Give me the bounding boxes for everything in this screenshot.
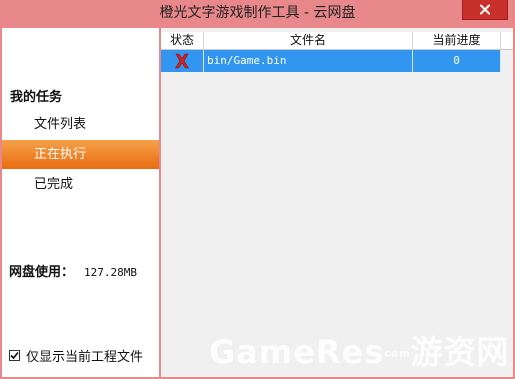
task-list-panel: 状态 文件名 当前进度 bin/Game.bin 0 — [161, 28, 513, 377]
checkmark-icon — [10, 351, 19, 360]
status-cell — [161, 50, 204, 72]
column-header-status[interactable]: 状态 — [161, 32, 204, 49]
disk-usage: 网盘使用： 127.28MB — [9, 261, 137, 280]
disk-usage-label: 网盘使用： — [9, 265, 75, 280]
disk-usage-value: 127.28MB — [84, 266, 137, 279]
app-window: 橙光文字游戏制作工具 - 云网盘 我的任务 文件列表 正在执行 已完成 网盘使用… — [0, 0, 515, 379]
close-button[interactable] — [462, 0, 508, 20]
checkbox[interactable] — [9, 350, 20, 361]
error-x-icon — [174, 53, 190, 69]
column-header-progress[interactable]: 当前进度 — [413, 32, 501, 49]
sidebar-item-file-list[interactable]: 文件列表 — [2, 110, 159, 139]
checkbox-label: 仅显示当前工程文件 — [26, 350, 144, 365]
filename-cell: bin/Game.bin — [204, 50, 413, 72]
sidebar: 我的任务 文件列表 正在执行 已完成 网盘使用： 127.28MB 仅显示当前工程… — [2, 28, 159, 377]
sidebar-item-label: 文件列表 — [34, 117, 87, 132]
sidebar-item-label: 已完成 — [34, 177, 74, 192]
sidebar-item-label: 正在执行 — [34, 147, 87, 162]
window-title: 橙光文字游戏制作工具 - 云网盘 — [159, 5, 356, 21]
table-row[interactable]: bin/Game.bin 0 — [161, 50, 501, 72]
title-bar[interactable]: 橙光文字游戏制作工具 - 云网盘 — [0, 0, 515, 28]
column-header-filename[interactable]: 文件名 — [204, 32, 413, 49]
task-section-header: 我的任务 — [10, 90, 63, 105]
current-project-filter[interactable]: 仅显示当前工程文件 — [9, 346, 143, 365]
progress-cell: 0 — [413, 50, 501, 72]
sidebar-item-in-progress[interactable]: 正在执行 — [2, 140, 159, 169]
table-header: 状态 文件名 当前进度 — [161, 32, 513, 50]
close-icon — [480, 4, 490, 15]
sidebar-item-completed[interactable]: 已完成 — [2, 170, 159, 199]
